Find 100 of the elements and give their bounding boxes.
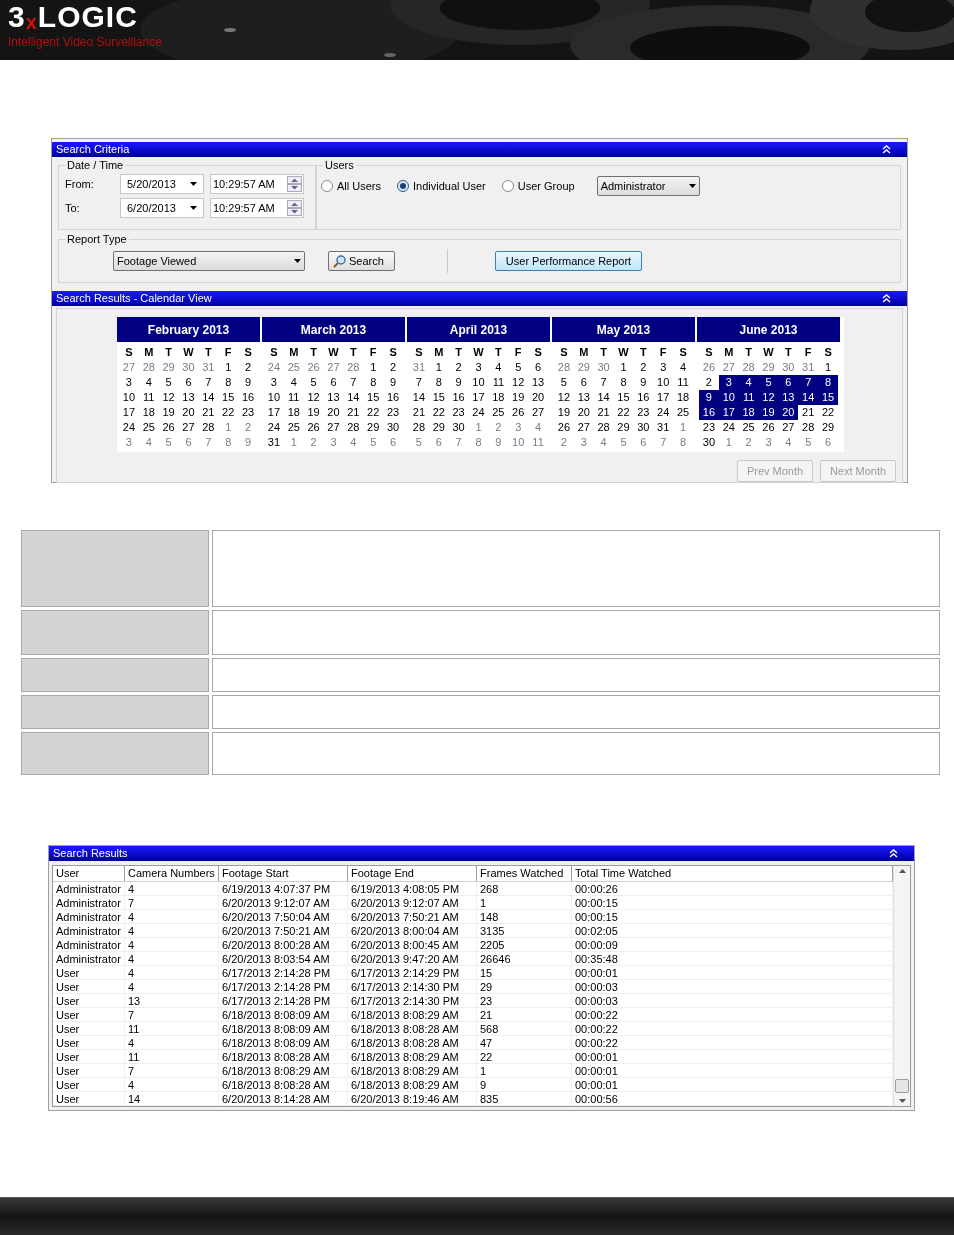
- calendar-day[interactable]: 6: [323, 375, 344, 390]
- calendar-day[interactable]: 5: [363, 435, 384, 450]
- calendar-day[interactable]: 18: [283, 405, 304, 420]
- collapse-icon[interactable]: [882, 145, 891, 154]
- calendar-day[interactable]: 4: [488, 360, 509, 375]
- calendar-day[interactable]: 19: [554, 405, 574, 420]
- date-field[interactable]: 5/20/2013: [120, 174, 204, 194]
- search-button[interactable]: Search: [328, 251, 395, 271]
- calendar-day[interactable]: 4: [138, 435, 159, 450]
- calendar-day[interactable]: 22: [363, 405, 384, 420]
- calendar-day[interactable]: 8: [673, 435, 693, 450]
- calendar-day[interactable]: 29: [573, 360, 594, 375]
- calendar-day[interactable]: 9: [488, 435, 509, 450]
- calendar-day[interactable]: 1: [218, 360, 239, 375]
- calendar-day[interactable]: 9: [633, 375, 654, 390]
- calendar-day[interactable]: 21: [593, 405, 614, 420]
- column-header[interactable]: Frames Watched: [477, 866, 572, 881]
- calendar-day[interactable]: 12: [303, 390, 324, 405]
- calendar-day[interactable]: 20: [323, 405, 344, 420]
- calendar-day[interactable]: 28: [593, 420, 614, 435]
- calendar-day[interactable]: 12: [554, 390, 574, 405]
- calendar-day[interactable]: 30: [178, 360, 199, 375]
- calendar-day[interactable]: 27: [718, 360, 739, 375]
- calendar-day[interactable]: 10: [264, 390, 284, 405]
- calendar-day[interactable]: 28: [738, 360, 759, 375]
- calendar-day[interactable]: 1: [613, 360, 634, 375]
- calendar-day[interactable]: 25: [488, 405, 509, 420]
- calendar-day[interactable]: 2: [238, 420, 258, 435]
- calendar-day[interactable]: 31: [798, 360, 819, 375]
- calendar-day[interactable]: 7: [448, 435, 469, 450]
- calendar-day[interactable]: 6: [528, 360, 548, 375]
- time-field[interactable]: 10:29:57 AM: [210, 174, 304, 194]
- column-header[interactable]: Camera Numbers: [125, 866, 219, 881]
- calendar-day[interactable]: 28: [343, 420, 364, 435]
- calendar-day[interactable]: 12: [508, 375, 529, 390]
- calendar-day[interactable]: 26: [758, 420, 779, 435]
- calendar-day[interactable]: 8: [363, 375, 384, 390]
- calendar-day[interactable]: 25: [738, 420, 759, 435]
- calendar-day[interactable]: 28: [138, 360, 159, 375]
- calendar-day[interactable]: 4: [528, 420, 548, 435]
- calendar-day[interactable]: 25: [138, 420, 159, 435]
- calendar-day[interactable]: 3: [508, 420, 529, 435]
- radio-label[interactable]: User Group: [517, 177, 575, 195]
- calendar-day[interactable]: 29: [158, 360, 179, 375]
- calendar-day[interactable]: 2: [699, 375, 719, 390]
- calendar-day[interactable]: 27: [323, 420, 344, 435]
- calendar-day[interactable]: 22: [818, 405, 838, 420]
- calendar-day[interactable]: 14: [343, 390, 364, 405]
- calendar-day[interactable]: 5: [798, 435, 819, 450]
- calendar-day[interactable]: 10: [653, 375, 674, 390]
- calendar-day[interactable]: 6: [573, 375, 594, 390]
- calendar-day[interactable]: 21: [409, 405, 429, 420]
- calendar-day[interactable]: 7: [409, 375, 429, 390]
- calendar-day[interactable]: 7: [198, 375, 219, 390]
- calendar-day[interactable]: 8: [468, 435, 489, 450]
- calendar-day[interactable]: 7: [343, 375, 364, 390]
- calendar-day[interactable]: 3: [323, 435, 344, 450]
- calendar-day[interactable]: 24: [468, 405, 489, 420]
- calendar-day[interactable]: 4: [673, 360, 693, 375]
- calendar-day[interactable]: 4: [283, 375, 304, 390]
- calendar-day[interactable]: 2: [633, 360, 654, 375]
- calendar-day[interactable]: 17: [264, 405, 284, 420]
- calendar-day[interactable]: 8: [218, 375, 239, 390]
- calendar-day[interactable]: 17: [653, 390, 674, 405]
- calendar-day[interactable]: 24: [119, 420, 139, 435]
- user-dropdown[interactable]: Administrator: [596, 176, 700, 196]
- calendar-day[interactable]: 16: [383, 390, 403, 405]
- calendar-day[interactable]: 30: [448, 420, 469, 435]
- calendar-day[interactable]: 11: [488, 375, 509, 390]
- calendar-day[interactable]: 21: [343, 405, 364, 420]
- calendar-day[interactable]: 15: [218, 390, 239, 405]
- calendar-day[interactable]: 22: [218, 405, 239, 420]
- calendar-day[interactable]: 14: [593, 390, 614, 405]
- column-header[interactable]: User: [53, 866, 125, 881]
- calendar-day[interactable]: 30: [593, 360, 614, 375]
- calendar-day[interactable]: 28: [409, 420, 429, 435]
- calendar-day[interactable]: 1: [428, 360, 449, 375]
- calendar-day[interactable]: 15: [363, 390, 384, 405]
- calendar-day[interactable]: 31: [264, 435, 284, 450]
- calendar-day[interactable]: 8: [613, 375, 634, 390]
- calendar-day[interactable]: 16: [699, 405, 719, 420]
- calendar-day[interactable]: 18: [488, 390, 509, 405]
- radio-label[interactable]: All Users: [337, 177, 381, 195]
- calendar-day[interactable]: 28: [554, 360, 574, 375]
- calendar-day[interactable]: 19: [303, 405, 324, 420]
- calendar-day[interactable]: 14: [198, 390, 219, 405]
- calendar-day[interactable]: 8: [218, 435, 239, 450]
- radio-button[interactable]: [501, 180, 514, 192]
- calendar-day[interactable]: 20: [573, 405, 594, 420]
- calendar-day[interactable]: 3: [758, 435, 779, 450]
- calendar-day[interactable]: 6: [383, 435, 403, 450]
- calendar-day[interactable]: 1: [718, 435, 739, 450]
- calendar-day[interactable]: 9: [699, 390, 719, 405]
- calendar-day[interactable]: 6: [778, 375, 799, 390]
- calendar-day[interactable]: 26: [303, 420, 324, 435]
- calendar-day[interactable]: 9: [383, 375, 403, 390]
- calendar-day[interactable]: 25: [283, 360, 304, 375]
- calendar-day[interactable]: 11: [528, 435, 548, 450]
- calendar-day[interactable]: 7: [198, 435, 219, 450]
- calendar-day[interactable]: 26: [303, 360, 324, 375]
